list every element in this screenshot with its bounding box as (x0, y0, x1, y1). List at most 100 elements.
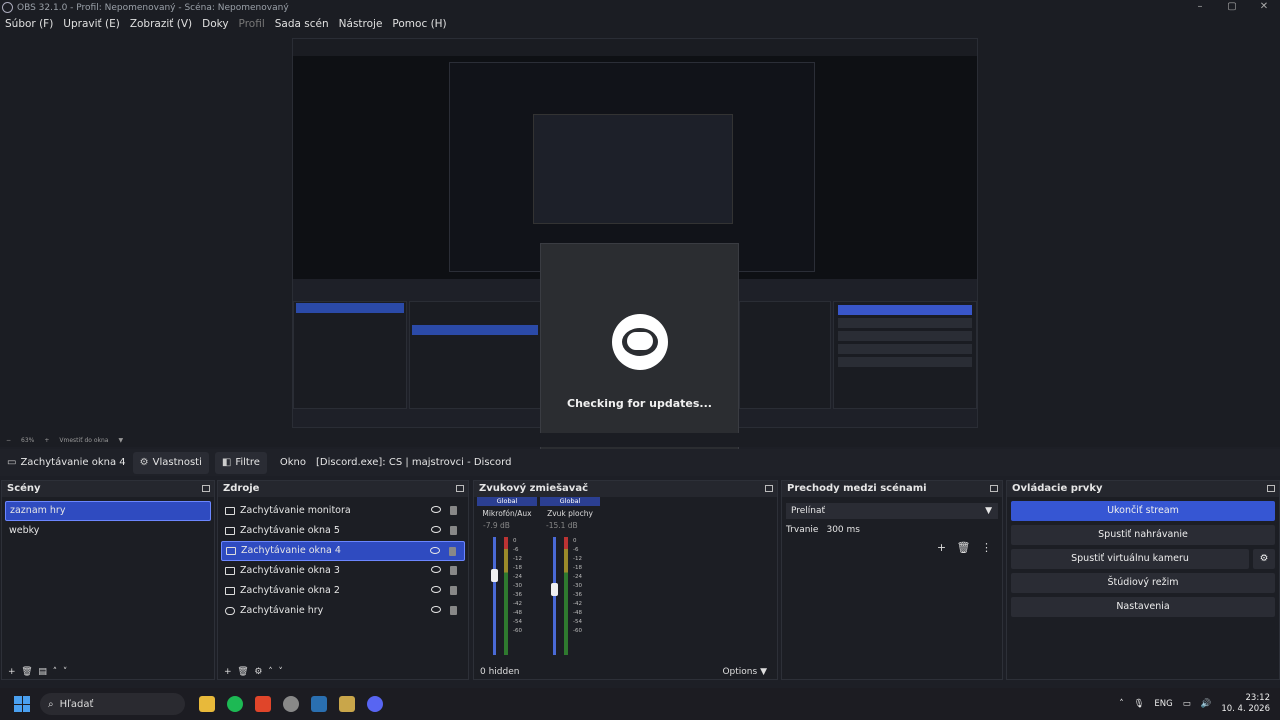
eye-icon[interactable] (431, 586, 441, 593)
add-icon[interactable]: + (937, 541, 946, 554)
filter-icon: ◧ (221, 457, 232, 468)
lock-icon[interactable] (450, 586, 457, 595)
transition-select[interactable]: Prelínať ▼ (786, 503, 998, 519)
channel-tag: Global (540, 497, 600, 506)
eye-icon[interactable] (431, 526, 441, 533)
obs-icon[interactable] (283, 696, 299, 712)
studio-mode-button[interactable]: Štúdiový režim (1011, 573, 1275, 593)
trash-icon[interactable]: 🗑 (957, 541, 971, 554)
nested-control-btn (838, 331, 972, 341)
lock-icon[interactable] (450, 506, 457, 515)
channel-name[interactable]: Zvuk plochy (540, 509, 600, 518)
volume-knob[interactable] (491, 569, 498, 582)
eye-icon[interactable] (431, 606, 441, 613)
menu-tools[interactable]: Nástroje (334, 18, 388, 30)
taskbar-apps (199, 696, 383, 712)
source-item[interactable]: Zachytávanie okna 4 (221, 541, 465, 561)
network-icon[interactable]: ▭ (1183, 699, 1191, 709)
windows-start-icon[interactable] (14, 696, 30, 712)
popout-icon[interactable] (456, 485, 464, 492)
clock[interactable]: 23:12 10. 4. 2026 (1221, 693, 1270, 715)
eye-icon[interactable] (431, 566, 441, 573)
language-indicator[interactable]: ENG (1154, 699, 1172, 709)
meter-tick: -36 (513, 592, 522, 598)
menu-view[interactable]: Zobraziť (V) (125, 18, 197, 30)
sources-title: Zdroje (218, 481, 468, 497)
app-icon[interactable] (339, 696, 355, 712)
meter-tick: -48 (513, 610, 522, 616)
maximize-icon[interactable]: ▢ (1216, 0, 1248, 15)
meter-tick: -6 (513, 547, 519, 553)
source-item[interactable]: Zachytávanie okna 2 (221, 581, 465, 601)
more-icon[interactable]: ⋮ (981, 541, 992, 554)
zoom-fit[interactable]: Vmestiť do okna (59, 437, 108, 444)
zoom-out-icon[interactable]: − (6, 437, 11, 444)
volume-knob[interactable] (551, 583, 558, 596)
eye-icon[interactable] (430, 547, 440, 554)
source-item[interactable]: Zachytávanie monitora (221, 501, 465, 521)
volume-slider[interactable] (553, 537, 556, 655)
brave-icon[interactable] (255, 696, 271, 712)
eye-icon[interactable] (431, 506, 441, 513)
properties-label: Vlastnosti (152, 457, 202, 468)
scene-item[interactable]: webky (5, 521, 211, 541)
popout-icon[interactable] (202, 485, 210, 492)
filters-button[interactable]: ◧ Filtre (214, 451, 267, 474)
zoom-dropdown-icon[interactable]: ▼ (118, 437, 123, 444)
steam-icon[interactable] (311, 696, 327, 712)
lock-icon[interactable] (450, 526, 457, 535)
duration-input[interactable]: 300 ms (826, 525, 860, 535)
channel-tag: Global (477, 497, 537, 506)
zoom-bar: − 63% + Vmestiť do okna ▼ (0, 433, 1280, 447)
menu-scene-collection[interactable]: Sada scén (270, 18, 334, 30)
mixer-title: Zvukový zmiešavač (474, 481, 777, 497)
nested-source-row (412, 325, 538, 335)
window-icon: ▭ (7, 457, 17, 468)
discord-icon[interactable] (367, 696, 383, 712)
settings-button[interactable]: Nastavenia (1011, 597, 1275, 617)
selected-source: ▭ Zachytávanie okna 4 (0, 452, 133, 474)
stop-stream-button[interactable]: Ukončiť stream (1011, 501, 1275, 521)
scenes-footer: + 🗑 ▤ ˄ ˅ (2, 665, 214, 679)
channel-db: -15.1 dB (546, 521, 578, 530)
nested-control-btn (838, 318, 972, 328)
mixer-options[interactable]: Options ▼ (722, 665, 767, 679)
gear-icon[interactable]: ⚙ (1253, 549, 1275, 569)
spotify-icon[interactable] (227, 696, 243, 712)
file-explorer-icon[interactable] (199, 696, 215, 712)
source-item[interactable]: Zachytávanie hry (221, 601, 465, 621)
menu-help[interactable]: Pomoc (H) (387, 18, 451, 30)
menu-edit[interactable]: Upraviť (E) (58, 18, 125, 30)
lock-icon[interactable] (449, 547, 456, 556)
lock-icon[interactable] (450, 566, 457, 575)
popout-icon[interactable] (765, 485, 773, 492)
start-virtualcam-button[interactable]: Spustiť virtuálnu kameru (1011, 549, 1249, 569)
popout-icon[interactable] (1267, 485, 1275, 492)
minimize-icon[interactable]: – (1184, 0, 1216, 15)
start-recording-button[interactable]: Spustiť nahrávanie (1011, 525, 1275, 545)
window-value[interactable]: [Discord.exe]: CS | majstrovci - Discord (316, 457, 511, 468)
volume-slider[interactable] (493, 537, 496, 655)
source-item[interactable]: Zachytávanie okna 5 (221, 521, 465, 541)
chevron-up-icon[interactable]: ˄ (1119, 699, 1123, 709)
channel-name[interactable]: Mikrofón/Aux (477, 509, 537, 518)
close-icon[interactable]: ✕ (1248, 0, 1280, 15)
lock-icon[interactable] (450, 606, 457, 615)
source-item[interactable]: Zachytávanie okna 3 (221, 561, 465, 581)
popout-icon[interactable] (990, 485, 998, 492)
properties-button[interactable]: ⚙ Vlastnosti (132, 451, 209, 474)
zoom-in-icon[interactable]: + (44, 437, 49, 444)
nested-preview-deep (533, 114, 733, 224)
duration-row: Trvanie 300 ms (786, 525, 998, 535)
meter-tick: -60 (573, 628, 582, 634)
meter-tick: 0 (573, 538, 577, 544)
menu-file[interactable]: Súbor (F) (0, 18, 58, 30)
taskbar-search[interactable]: ⌕ Hľadať (40, 693, 185, 715)
scene-item[interactable]: zaznam hry (5, 501, 211, 521)
menu-profile[interactable]: Profil (234, 18, 270, 30)
microphone-icon[interactable]: 🎙 (1134, 699, 1145, 709)
window-selector[interactable]: Okno [Discord.exe]: CS | majstrovci - Di… (273, 452, 519, 474)
menu-docks[interactable]: Doky (197, 18, 233, 30)
meter-tick: -42 (513, 601, 522, 607)
volume-icon[interactable]: 🔊 (1201, 699, 1212, 709)
